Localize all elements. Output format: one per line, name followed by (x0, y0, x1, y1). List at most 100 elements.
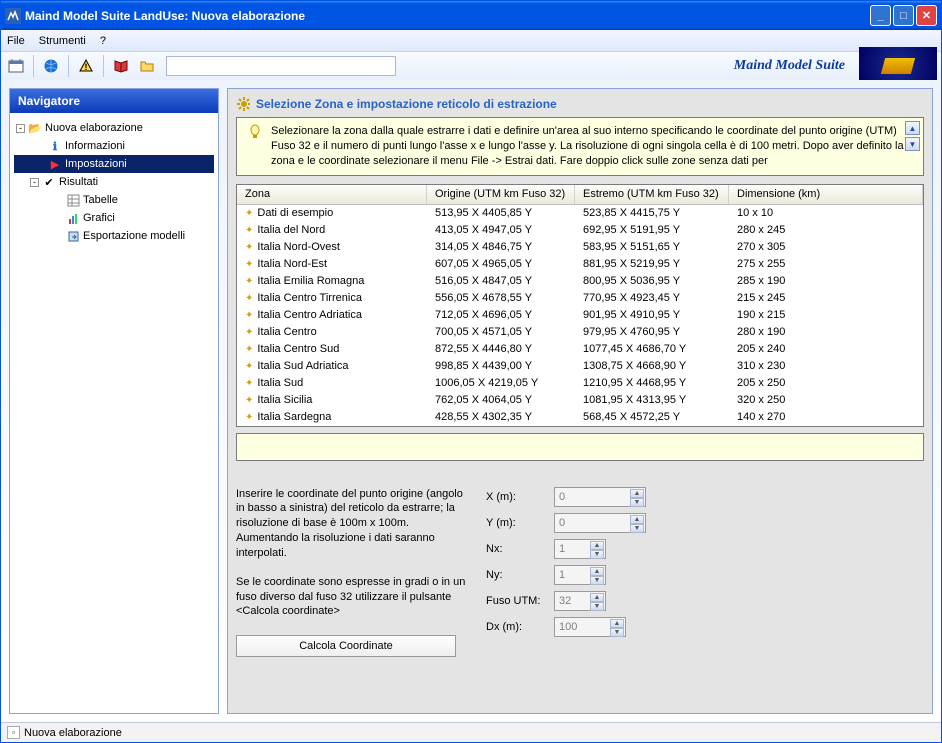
folder-icon: 📂 (28, 121, 42, 135)
coord-help-1: Inserire le coordinate del punto origine… (236, 487, 466, 561)
table-row[interactable]: ✦Dati di esempio513,95 X 4405,85 Y523,85… (237, 205, 923, 222)
svg-text:!: ! (85, 62, 88, 72)
cell-origine: 872,55 X 4446,80 Y (427, 343, 575, 355)
table-row[interactable]: ✦Italia Sicilia762,05 X 4064,05 Y1081,95… (237, 392, 923, 409)
tool-warning-icon[interactable]: ! (75, 55, 97, 77)
scroll-down-button[interactable]: ▼ (905, 137, 920, 151)
menu-file[interactable]: File (7, 35, 25, 47)
cell-estremo: 583,95 X 5151,65 Y (575, 241, 729, 253)
tree-item-charts[interactable]: Grafici (14, 209, 214, 227)
column-estremo[interactable]: Estremo (UTM km Fuso 32) (575, 185, 729, 204)
section-title: Selezione Zona e impostazione reticolo d… (256, 97, 557, 111)
column-dimensione[interactable]: Dimensione (km) (729, 185, 923, 204)
tree-item-info[interactable]: ℹ Informazioni (14, 137, 214, 155)
cell-estremo: 881,95 X 5219,95 Y (575, 258, 729, 270)
cell-origine: 998,85 X 4439,00 Y (427, 360, 575, 372)
collapse-icon[interactable]: - (16, 124, 25, 133)
toolbar: ! Maind Model Suite (1, 52, 941, 80)
check-icon: ✔ (42, 175, 56, 189)
cell-origine: 513,95 X 4405,85 Y (427, 207, 575, 219)
table-row[interactable]: ✦Italia Centro Tirrenica556,05 X 4678,55… (237, 290, 923, 307)
table-row[interactable]: ✦Italia Sud1006,05 X 4219,05 Y1210,95 X … (237, 375, 923, 392)
tool-calendar-icon[interactable] (5, 55, 27, 77)
cell-dimensione: 190 x 215 (729, 309, 923, 321)
cell-zona: Italia Sud (257, 377, 303, 389)
tool-book-icon[interactable] (110, 55, 132, 77)
zone-icon: ✦ (245, 395, 253, 406)
cell-dimensione: 140 x 270 (729, 411, 923, 423)
input-fuso[interactable]: ▲▼ (554, 591, 606, 611)
zone-icon: ✦ (245, 242, 253, 253)
spin-down[interactable]: ▼ (610, 628, 624, 637)
table-row[interactable]: ✦Italia Nord-Ovest314,05 X 4846,75 Y583,… (237, 239, 923, 256)
spin-up[interactable]: ▲ (590, 567, 604, 576)
table-row[interactable]: ✦Italia Centro Sud872,55 X 4446,80 Y1077… (237, 341, 923, 358)
cell-dimensione: 285 x 190 (729, 275, 923, 287)
menu-tools[interactable]: Strumenti (39, 35, 86, 47)
menu-help[interactable]: ? (100, 35, 106, 47)
tree-item-tables[interactable]: Tabelle (14, 191, 214, 209)
column-origine[interactable]: Origine (UTM km Fuso 32) (427, 185, 575, 204)
spin-up[interactable]: ▲ (590, 541, 604, 550)
spin-down[interactable]: ▼ (590, 602, 604, 611)
statusbar: ▫ Nuova elaborazione (1, 722, 941, 742)
cell-zona: Italia Centro (257, 326, 316, 338)
spin-down[interactable]: ▼ (630, 498, 644, 507)
input-ny[interactable]: ▲▼ (554, 565, 606, 585)
zone-icon: ✦ (245, 327, 253, 338)
table-row[interactable]: ✦Italia Emilia Romagna516,05 X 4847,05 Y… (237, 273, 923, 290)
tool-globe-icon[interactable] (40, 55, 62, 77)
table-row[interactable]: ✦Italia Sardegna428,55 X 4302,35 Y568,45… (237, 409, 923, 426)
tree-item-results[interactable]: - ✔ Risultati (14, 173, 214, 191)
spin-up[interactable]: ▲ (630, 515, 644, 524)
tree-root[interactable]: - 📂 Nuova elaborazione (14, 119, 214, 137)
scroll-up-button[interactable]: ▲ (905, 121, 920, 135)
zone-icon: ✦ (245, 259, 253, 270)
input-nx[interactable]: ▲▼ (554, 539, 606, 559)
spin-up[interactable]: ▲ (590, 593, 604, 602)
close-button[interactable]: ✕ (916, 5, 937, 26)
minimize-button[interactable]: _ (870, 5, 891, 26)
cell-dimensione: 270 x 305 (729, 241, 923, 253)
input-x[interactable]: ▲▼ (554, 487, 646, 507)
table-row[interactable]: ✦Italia Centro Adriatica712,05 X 4696,05… (237, 307, 923, 324)
cell-origine: 556,05 X 4678,55 Y (427, 292, 575, 304)
spin-down[interactable]: ▼ (630, 524, 644, 533)
cell-dimensione: 205 x 240 (729, 343, 923, 355)
spin-down[interactable]: ▼ (590, 576, 604, 585)
toolbar-field[interactable] (166, 56, 396, 76)
tree-item-settings[interactable]: ▶ Impostazioni (14, 155, 214, 173)
tree-item-export[interactable]: Esportazione modelli (14, 227, 214, 245)
zone-icon: ✦ (245, 361, 253, 372)
spin-down[interactable]: ▼ (590, 550, 604, 559)
cell-dimensione: 310 x 230 (729, 360, 923, 372)
table-row[interactable]: ✦Italia Centro700,05 X 4571,05 Y979,95 X… (237, 324, 923, 341)
collapse-icon[interactable]: - (30, 178, 39, 187)
calc-coordinates-button[interactable]: Calcola Coordinate (236, 635, 456, 657)
table-row[interactable]: ✦Italia Nord-Est607,05 X 4965,05 Y881,95… (237, 256, 923, 273)
cell-origine: 762,05 X 4064,05 Y (427, 394, 575, 406)
cell-origine: 700,05 X 4571,05 Y (427, 326, 575, 338)
input-y[interactable]: ▲▼ (554, 513, 646, 533)
table-row[interactable]: ✦Italia Sud Adriatica998,85 X 4439,00 Y1… (237, 358, 923, 375)
info-icon: ℹ (48, 139, 62, 153)
spin-up[interactable]: ▲ (610, 619, 624, 628)
window-title: Maind Model Suite LandUse: Nuova elabora… (25, 9, 870, 23)
table-row[interactable]: ✦Italia del Nord413,05 X 4947,05 Y692,95… (237, 222, 923, 239)
brand-text: Maind Model Suite (734, 58, 853, 74)
coordinate-area: Inserire le coordinate del punto origine… (236, 487, 924, 658)
tool-folder-icon[interactable] (136, 55, 158, 77)
label-fuso: Fuso UTM: (486, 595, 546, 607)
column-zona[interactable]: Zona (237, 185, 427, 204)
label-nx: Nx: (486, 543, 546, 555)
gear-icon (236, 97, 250, 111)
zone-icon: ✦ (245, 208, 253, 219)
spin-up[interactable]: ▲ (630, 489, 644, 498)
main-panel: Selezione Zona e impostazione reticolo d… (227, 88, 933, 714)
input-dx[interactable]: ▲▼ (554, 617, 626, 637)
coordinate-fields: X (m):▲▼ Y (m):▲▼ Nx:▲▼ Ny:▲▼ Fuso UTM:▲… (486, 487, 646, 658)
cell-origine: 712,05 X 4696,05 Y (427, 309, 575, 321)
cell-zona: Italia Centro Tirrenica (257, 292, 362, 304)
maximize-button[interactable]: □ (893, 5, 914, 26)
table-header: Zona Origine (UTM km Fuso 32) Estremo (U… (237, 185, 923, 205)
